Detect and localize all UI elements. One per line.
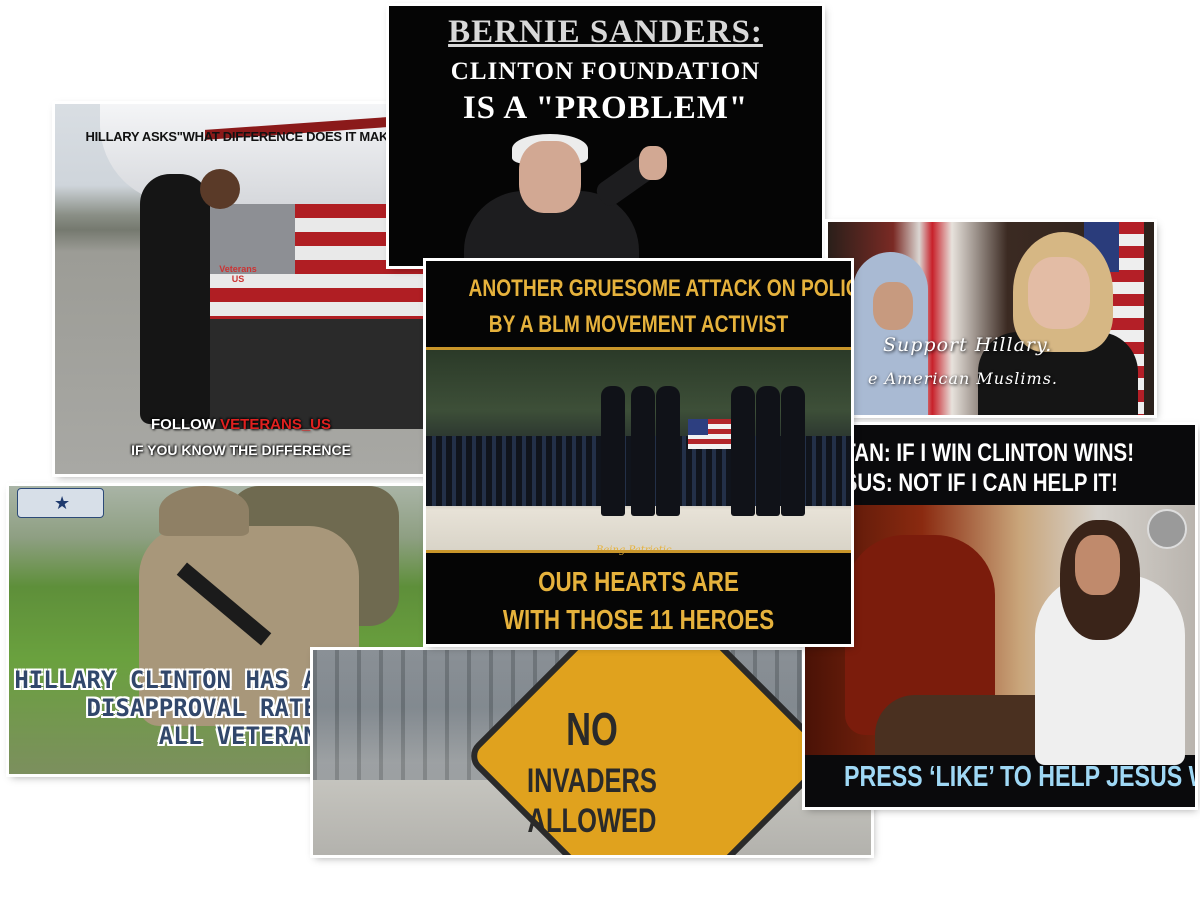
speaker-hand-image	[639, 146, 667, 180]
police-funeral-meme: ANOTHER GRUESOME ATTACK ON POLICE BY A B…	[426, 261, 851, 644]
meme-line-2: ESUS: NOT IF I CAN HELP IT!	[830, 469, 1118, 497]
flag-canton	[688, 419, 708, 435]
sign-word-2: INVADERS	[527, 762, 657, 800]
meme-line-2: CLINTON FOUNDATION	[450, 58, 761, 85]
pallbearer-officer	[781, 386, 805, 516]
pallbearer-officer	[631, 386, 655, 516]
bernie-sanders-meme: BERNIE SANDERS: CLINTON FOUNDATION IS A …	[389, 6, 822, 266]
follow-handle: VETERANS_US	[220, 416, 331, 433]
american-muslims-meme: Support Hillary. e American Muslims.	[828, 222, 1154, 415]
jesus-face-image	[1075, 535, 1120, 595]
meme-line-1: ATAN: IF I WIN CLINTON WINS!	[830, 439, 1135, 467]
footer-line-1: OUR HEARTS ARE	[538, 566, 739, 597]
meme-bottom-text: IF YOU KNOW THE DIFFERENCE	[131, 442, 351, 458]
pallbearer-officer	[656, 386, 680, 516]
follow-prefix: FOLLOW	[150, 416, 216, 433]
page-logo: ★	[17, 488, 104, 518]
headline-line-2: BY A BLM MOVEMENT ACTIVIST	[488, 311, 789, 338]
mourning-woman-head	[200, 169, 240, 209]
meme-title: BERNIE SANDERS:	[448, 14, 763, 50]
headline-line-1: ANOTHER GRUESOME ATTACK ON POLICE	[468, 275, 852, 302]
soldier-helmet-image	[159, 486, 249, 536]
meme-line-3: IS A "PROBLEM"	[462, 90, 749, 126]
casket-logo-text: Veterans US	[219, 264, 257, 284]
page-badge-icon	[1147, 509, 1187, 549]
speaker-face-image	[519, 141, 581, 213]
gold-divider	[426, 550, 851, 553]
sign-word-3: ALLOWED	[527, 802, 657, 840]
footer-line-2: WITH THOSE 11 HEROES	[502, 604, 775, 635]
pallbearer-officer	[756, 386, 780, 516]
caption-line-2: e American Muslims.	[868, 369, 1059, 388]
follow-line: FOLLOW VETERANS_US	[55, 416, 427, 433]
blonde-woman-face-image	[1028, 257, 1090, 329]
meme-top-text: HILLARY ASKS"WHAT DIFFERENCE DOES IT MAK…	[85, 129, 397, 144]
no-invaders-sign-meme: NO INVADERS ALLOWED	[313, 650, 871, 855]
star-icon: ★	[54, 493, 71, 513]
veterans-tarmac-meme: Veterans US HILLARY ASKS"WHAT DIFFERENCE…	[55, 104, 427, 474]
sign-word-1: NO	[566, 703, 618, 755]
mourning-woman-image	[140, 174, 210, 424]
meme-bottom-text: PRESS ‘LIKE’ TO HELP JESUS WIN!	[844, 761, 1195, 793]
caption-line-1: Support Hillary.	[883, 334, 1053, 356]
woman-face-image	[873, 282, 913, 330]
satan-jesus-meme: ATAN: IF I WIN CLINTON WINS! ESUS: NOT I…	[805, 425, 1195, 807]
pallbearer-officer	[731, 386, 755, 516]
pallbearer-officer	[601, 386, 625, 516]
